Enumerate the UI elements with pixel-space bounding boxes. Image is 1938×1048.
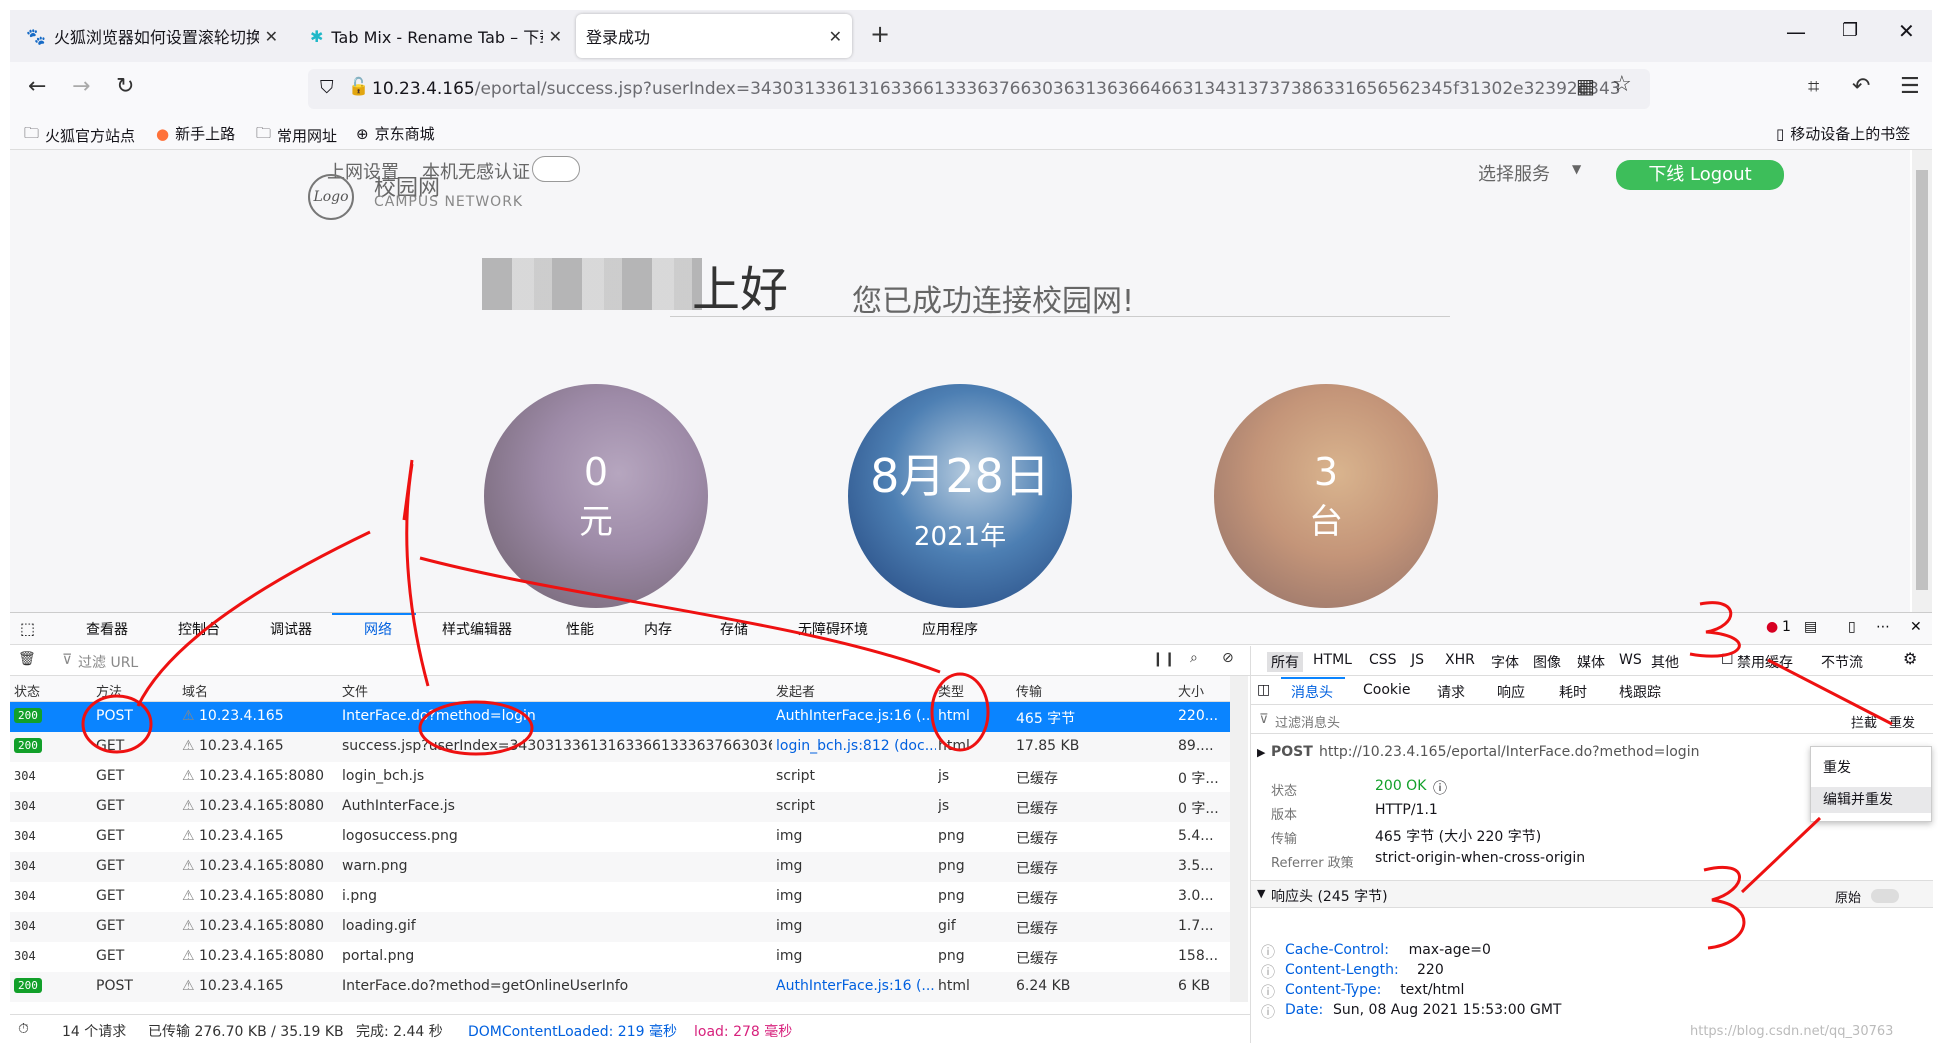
- annotation-circle-type: [930, 672, 990, 752]
- annotation-line-2: [405, 463, 430, 687]
- annotation-line-1: [136, 530, 371, 707]
- annotation-number-3b: [1703, 865, 1746, 950]
- annotation-arrow-2: [1740, 816, 1822, 894]
- annotation-circle-file: [418, 700, 534, 756]
- annotation-line-3: [419, 556, 941, 674]
- annotation-number-3a: [1689, 601, 1741, 658]
- red-annotations: [81, 459, 1893, 950]
- annotation-arrow-1: [1767, 658, 1893, 726]
- annotation-circle-method: [81, 694, 153, 754]
